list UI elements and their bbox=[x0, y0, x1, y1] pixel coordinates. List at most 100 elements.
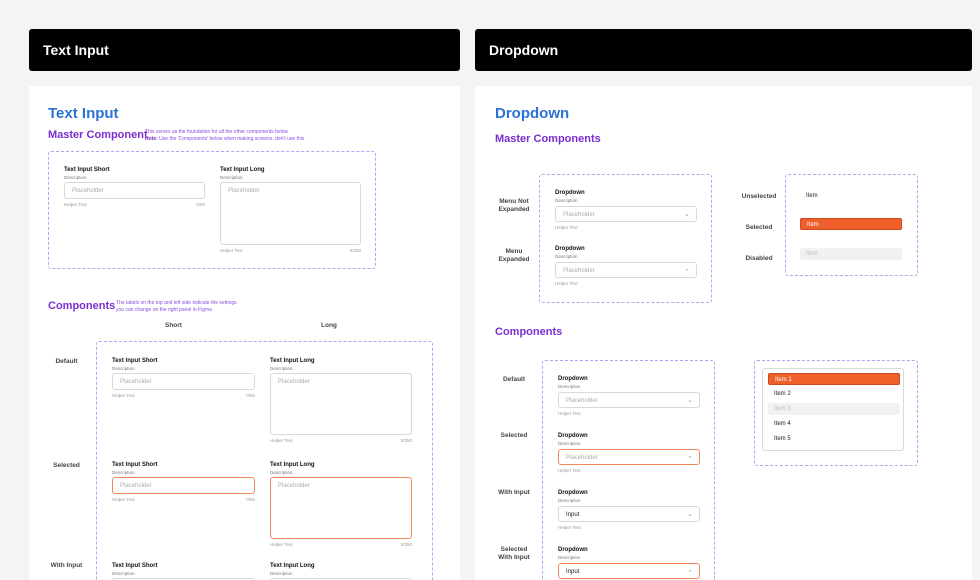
helper-text: Helper Text bbox=[555, 225, 578, 230]
char-count: 0/50 bbox=[246, 393, 255, 398]
field-label: Text Input Short bbox=[112, 358, 158, 364]
field-label: Dropdown bbox=[558, 547, 588, 553]
menu-item-1[interactable]: Item 1 bbox=[768, 373, 900, 385]
menu-list-frame: Item 1 Item 2 Item 3 Item 4 Item 5 bbox=[754, 360, 918, 466]
field-description: Description bbox=[112, 366, 135, 371]
menu-item-4[interactable]: Item 4 bbox=[768, 418, 900, 430]
dropdown-default[interactable]: Placeholder ⌄ bbox=[558, 392, 700, 408]
header-title: Dropdown bbox=[489, 42, 559, 58]
text-input-short-selected[interactable]: Placeholder bbox=[112, 477, 255, 494]
text-input-header: Text Input bbox=[29, 29, 460, 71]
field-description: Description bbox=[558, 498, 581, 503]
field-description: Description bbox=[558, 441, 581, 446]
field-description: Description bbox=[64, 175, 87, 180]
master-dropdown-frame: Dropdown Description Placeholder ⌄ Helpe… bbox=[539, 174, 712, 303]
master-component-frame: Text Input Short Description Placeholder… bbox=[48, 151, 376, 269]
text-input-long-field[interactable]: Placeholder bbox=[220, 182, 361, 245]
field-label: Dropdown bbox=[555, 246, 585, 252]
row-label-menu-expanded: Menu Expanded bbox=[498, 248, 530, 263]
item-states-frame: Item Item Item bbox=[785, 174, 918, 276]
helper-text: Helper Text bbox=[270, 438, 293, 443]
column-label-short: Short bbox=[165, 322, 182, 329]
dropdown-selected[interactable]: Placeholder ⌃ bbox=[558, 449, 700, 465]
field-label: Text Input Long bbox=[270, 462, 315, 468]
text-input-long-selected[interactable]: Placeholder bbox=[270, 477, 412, 539]
master-components-heading: Master Components bbox=[495, 133, 601, 145]
chevron-up-icon: ⌃ bbox=[687, 570, 693, 577]
field-description: Description bbox=[558, 555, 581, 560]
dropdown-expanded[interactable]: Placeholder ⌃ bbox=[555, 262, 697, 278]
text-input-panel: Text Input Master Component This serves … bbox=[29, 86, 460, 580]
text-input-short-default[interactable]: Placeholder bbox=[112, 373, 255, 390]
helper-text: Helper Text bbox=[558, 525, 581, 530]
menu-item-disabled: Item bbox=[800, 248, 902, 260]
char-count: 0/250 bbox=[400, 438, 412, 443]
field-description: Description bbox=[270, 470, 293, 475]
row-label-menu-not-expanded: Menu Not Expanded bbox=[498, 198, 530, 213]
dropdown-menu: Item 1 Item 2 Item 3 Item 4 Item 5 bbox=[762, 368, 904, 451]
menu-item-unselected[interactable]: Item bbox=[800, 190, 902, 202]
field-label: Dropdown bbox=[558, 490, 588, 496]
helper-text: Helper Text bbox=[558, 468, 581, 473]
column-label-long: Long bbox=[321, 322, 337, 329]
menu-item-3: Item 3 bbox=[768, 403, 900, 415]
master-component-heading: Master Component bbox=[48, 129, 148, 141]
row-label-default: Default bbox=[502, 376, 526, 383]
char-count: 0/250 bbox=[400, 542, 412, 547]
field-label: Text Input Short bbox=[112, 462, 158, 468]
field-label: Text Input Short bbox=[112, 563, 158, 569]
chevron-down-icon: ⌄ bbox=[687, 397, 693, 404]
row-label-with-input: With Input bbox=[50, 562, 83, 569]
field-description: Description bbox=[220, 175, 243, 180]
field-description: Description bbox=[270, 366, 293, 371]
components-heading: Components bbox=[48, 300, 116, 312]
char-count: 0/50 bbox=[246, 497, 255, 502]
panel-title: Dropdown bbox=[495, 105, 570, 122]
dropdown-panel: Dropdown Master Components Menu Not Expa… bbox=[475, 86, 972, 580]
field-description: Description bbox=[555, 198, 578, 203]
master-note: This serves as the foundation for all th… bbox=[145, 129, 305, 142]
panel-title: Text Input bbox=[48, 105, 119, 122]
field-label: Dropdown bbox=[555, 190, 585, 196]
helper-text: Helper Text bbox=[270, 542, 293, 547]
field-label: Text Input Long bbox=[270, 358, 315, 364]
chevron-down-icon: ⌄ bbox=[687, 511, 693, 518]
dropdown-selected-with-input[interactable]: Input ⌃ bbox=[558, 563, 700, 579]
dropdown-collapsed[interactable]: Placeholder ⌄ bbox=[555, 206, 697, 222]
field-description: Description bbox=[112, 571, 135, 576]
char-count: 0/250 bbox=[349, 248, 361, 253]
field-label: Text Input Long bbox=[270, 563, 315, 569]
helper-text: Helper Text bbox=[64, 202, 87, 207]
chevron-up-icon: ⌃ bbox=[684, 269, 690, 276]
field-description: Description bbox=[112, 470, 135, 475]
field-description: Description bbox=[270, 571, 293, 576]
helper-text: Helper Text bbox=[558, 411, 581, 416]
helper-text: Helper Text bbox=[112, 393, 135, 398]
header-title: Text Input bbox=[43, 42, 109, 58]
field-label: Dropdown bbox=[558, 376, 588, 382]
row-label-selected: Selected bbox=[745, 224, 773, 231]
components-heading: Components bbox=[495, 326, 563, 338]
dropdown-with-input[interactable]: Input ⌄ bbox=[558, 506, 700, 522]
menu-item-5[interactable]: Item 5 bbox=[768, 433, 900, 445]
helper-text: Helper Text bbox=[112, 497, 135, 502]
field-label: Dropdown bbox=[558, 433, 588, 439]
chevron-down-icon: ⌄ bbox=[684, 211, 690, 218]
menu-item-selected[interactable]: Item bbox=[800, 218, 902, 230]
text-input-short-field[interactable]: Placeholder bbox=[64, 182, 205, 199]
field-label: Text Input Short bbox=[64, 167, 110, 173]
text-input-long-default[interactable]: Placeholder bbox=[270, 373, 412, 435]
row-label-selected: Selected bbox=[500, 432, 528, 439]
field-label: Text Input Long bbox=[220, 167, 265, 173]
components-frame: Text Input Short Description Placeholder… bbox=[96, 341, 433, 580]
field-description: Description bbox=[555, 254, 578, 259]
dropdown-components-frame: Dropdown Description Placeholder ⌄ Helpe… bbox=[542, 360, 715, 580]
chevron-up-icon: ⌃ bbox=[687, 456, 693, 463]
char-count: 0/50 bbox=[196, 202, 205, 207]
menu-item-2[interactable]: Item 2 bbox=[768, 388, 900, 400]
row-label-with-input: With Input bbox=[498, 489, 530, 496]
row-label-selected: Selected bbox=[53, 462, 80, 469]
row-label-default: Default bbox=[55, 358, 78, 365]
row-label-unselected: Unselected bbox=[741, 193, 777, 200]
row-label-selected-with-input: Selected With Input bbox=[498, 546, 530, 561]
